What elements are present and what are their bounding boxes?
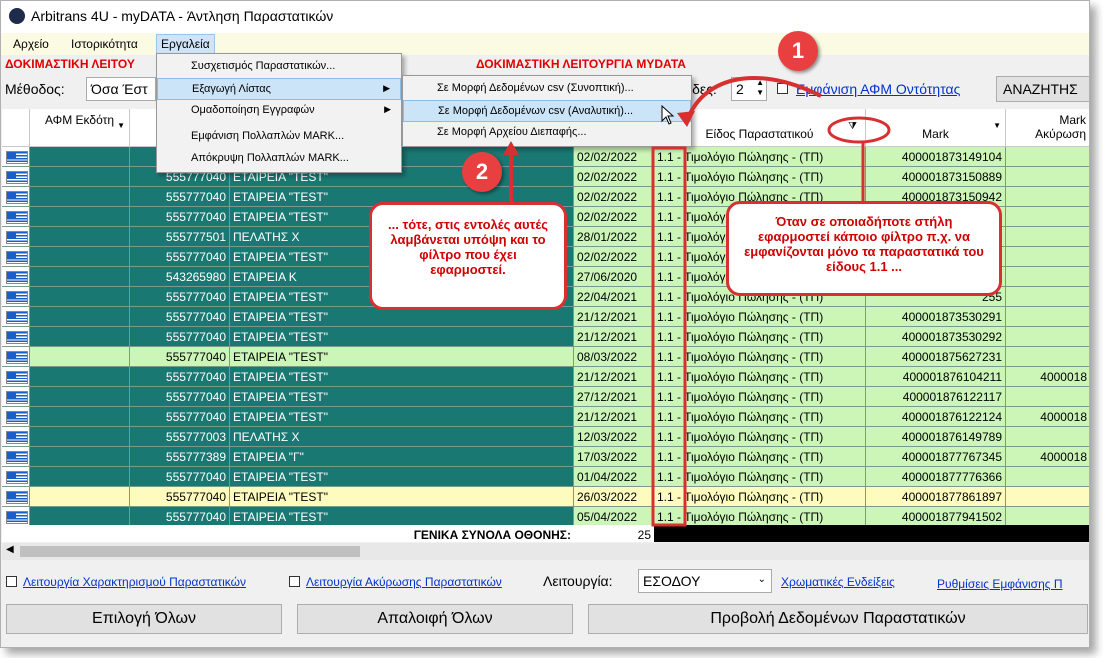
arrow-1-head [677, 111, 695, 127]
doc-type-highlight-box [651, 146, 687, 527]
step-1-badge: 1 [778, 31, 818, 71]
app-window: Arbitrans 4U - myDATA - Άντληση Παραστατ… [0, 0, 1090, 648]
callout-text-1: Όταν σε οποιαδήποτε στήλη εφαρμοστεί κάπ… [726, 201, 1002, 296]
arrow-1 [685, 75, 822, 122]
filter-highlight-ellipse [827, 116, 891, 144]
annotation-overlay [503, 75, 891, 527]
step-2-badge: 2 [462, 152, 502, 192]
callout-text-2: ... τότε, στις εντολές αυτές λαμβάνεται … [369, 202, 567, 310]
arrow-2-head [503, 141, 519, 155]
